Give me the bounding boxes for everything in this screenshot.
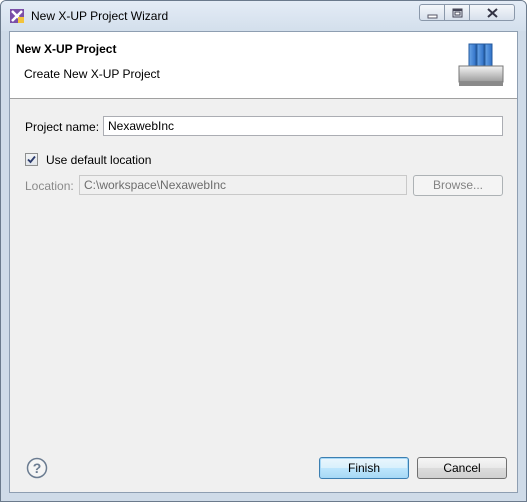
maximize-button[interactable]	[444, 4, 470, 21]
finish-button[interactable]: Finish	[319, 457, 409, 479]
wizard-content: New X-UP Project Create New X-UP Project	[9, 31, 518, 493]
cancel-button[interactable]: Cancel	[417, 457, 507, 479]
use-default-location-label[interactable]: Use default location	[46, 153, 151, 167]
page-title: New X-UP Project	[16, 42, 117, 56]
location-input[interactable]: C:\workspace\NexawebInc	[79, 175, 407, 195]
browse-button[interactable]: Browse...	[413, 175, 503, 196]
close-button[interactable]	[469, 4, 515, 21]
svg-text:?: ?	[33, 460, 42, 476]
maximize-icon	[452, 8, 463, 18]
wizard-header: New X-UP Project Create New X-UP Project	[10, 32, 517, 99]
wizard-banner-icon	[458, 43, 504, 86]
help-icon[interactable]: ?	[26, 457, 48, 479]
project-name-label: Project name:	[25, 120, 100, 134]
title-bar[interactable]: New X-UP Project Wizard	[1, 1, 526, 31]
close-icon	[487, 8, 498, 18]
window-title: New X-UP Project Wizard	[31, 9, 169, 23]
minimize-icon	[427, 14, 438, 19]
use-default-location-checkbox[interactable]	[25, 153, 38, 166]
xup-app-icon	[10, 9, 24, 23]
checkmark-icon	[27, 155, 36, 164]
page-description: Create New X-UP Project	[24, 67, 160, 81]
minimize-button[interactable]	[419, 4, 445, 21]
project-name-input[interactable]: NexawebInc	[103, 116, 503, 136]
location-label: Location:	[25, 179, 74, 193]
wizard-window: New X-UP Project Wizard New X-UP Project…	[0, 0, 527, 502]
